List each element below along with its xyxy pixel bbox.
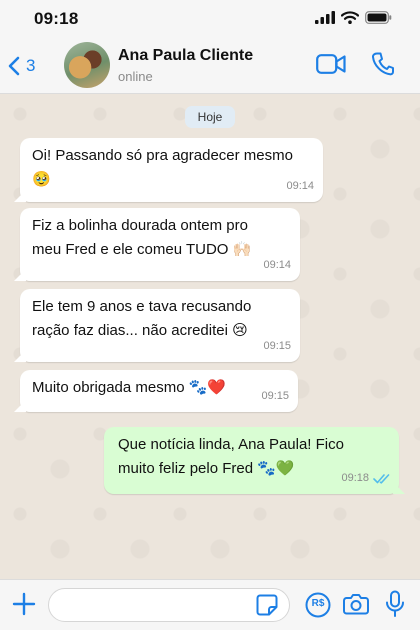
payment-button[interactable]: R$ xyxy=(305,592,331,618)
signal-icon xyxy=(315,11,335,24)
message-text: Muito obrigada mesmo 🐾❤️ xyxy=(32,379,227,396)
message-bubble[interactable]: Muito obrigada mesmo 🐾❤️ 09:15 xyxy=(20,370,298,412)
status-time: 09:18 xyxy=(34,9,79,28)
battery-icon xyxy=(365,11,392,24)
message-input[interactable] xyxy=(48,588,290,622)
video-camera-icon[interactable] xyxy=(316,54,346,74)
payment-label: R$ xyxy=(311,598,325,609)
chat-header: 3 Ana Paula Cliente online xyxy=(0,38,420,94)
message-time: 09:14 xyxy=(286,180,314,192)
message-meta: 09:15 xyxy=(263,334,291,358)
back-button[interactable]: 3 xyxy=(8,52,35,80)
chevron-left-icon xyxy=(8,56,20,76)
message-text: Fiz a bolinha dourada ontem pro meu Fred… xyxy=(32,217,252,258)
message-text: Ele tem 9 anos e tava recusando ração fa… xyxy=(32,298,252,339)
message-text: Oi! Passando só pra agradecer mesmo 🥹 xyxy=(32,147,293,188)
contact-name[interactable]: Ana Paula Cliente xyxy=(118,47,253,65)
double-check-icon xyxy=(373,473,390,484)
message-meta: 09:14 xyxy=(263,253,291,277)
message-bubble[interactable]: Fiz a bolinha dourada ontem pro meu Fred… xyxy=(20,208,300,281)
message-bubble[interactable]: Oi! Passando só pra agradecer mesmo 🥹 09… xyxy=(20,138,323,202)
message-meta: 09:15 xyxy=(261,384,289,408)
message-time: 09:15 xyxy=(261,390,289,402)
plus-icon[interactable] xyxy=(12,592,36,616)
wifi-icon xyxy=(341,11,359,24)
avatar[interactable] xyxy=(64,42,110,88)
sticker-icon[interactable] xyxy=(256,594,278,616)
unread-count: 3 xyxy=(26,56,36,75)
message-meta: 09:14 xyxy=(286,174,314,198)
camera-icon[interactable] xyxy=(343,593,369,615)
message-bubble[interactable]: Ele tem 9 anos e tava recusando ração fa… xyxy=(20,289,300,362)
message-bubble-outgoing[interactable]: Que notícia linda, Ana Paula! Fico muito… xyxy=(104,427,399,494)
contact-status: online xyxy=(118,69,153,84)
date-chip: Hoje xyxy=(185,106,235,128)
status-icons xyxy=(315,11,392,24)
message-time: 09:14 xyxy=(263,259,291,271)
phone-icon[interactable] xyxy=(372,52,394,76)
status-bar: 09:18 xyxy=(0,0,420,38)
microphone-icon[interactable] xyxy=(385,590,405,618)
message-meta: 09:18 xyxy=(341,466,390,490)
chat-body[interactable]: Hoje Oi! Passando só pra agradecer mesmo… xyxy=(0,94,420,579)
message-time: 09:15 xyxy=(263,340,291,352)
message-time: 09:18 xyxy=(341,472,369,484)
input-bar: R$ xyxy=(0,579,420,630)
